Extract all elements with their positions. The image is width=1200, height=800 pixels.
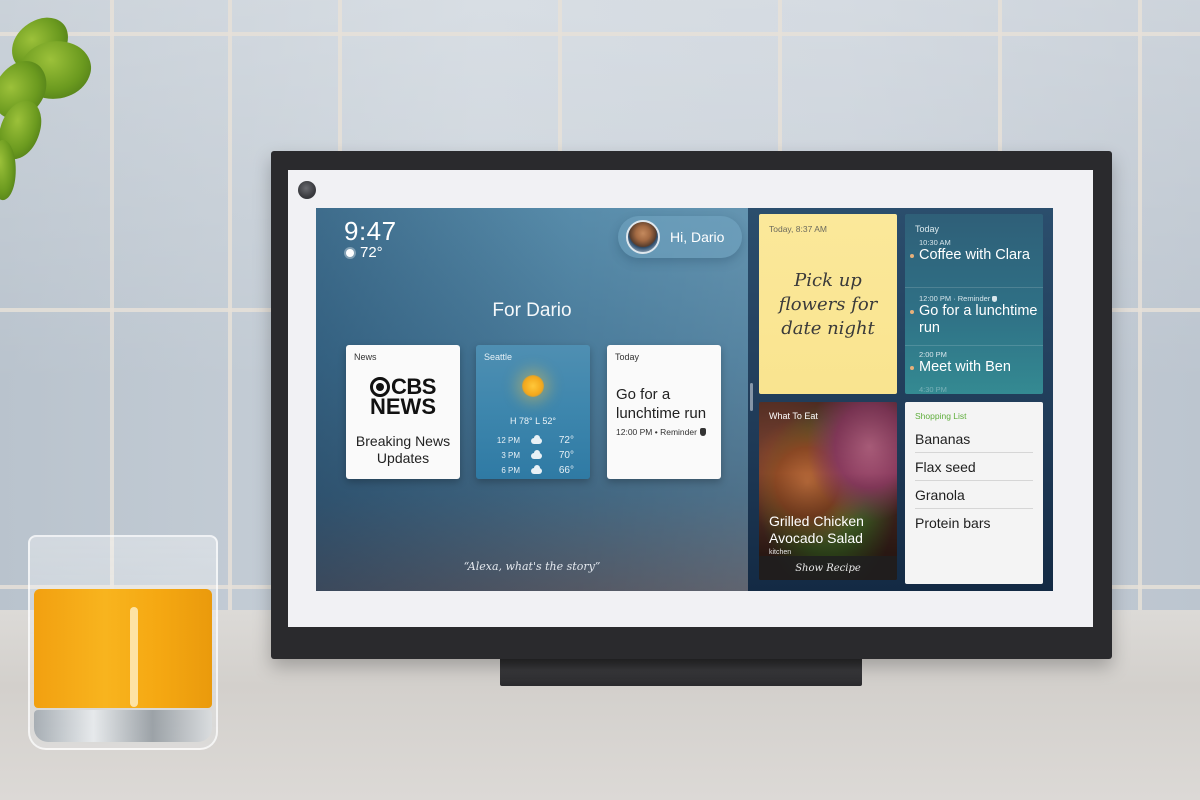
hand-icon [992,295,998,302]
shopping-list-widget[interactable]: Shopping List Bananas Flax seed Granola … [905,402,1043,584]
cloud-icon [530,434,542,444]
recipe-widget[interactable]: What To Eat Grilled Chicken Avocado Sala… [759,402,897,580]
greeting-text: Hi, Dario [670,229,725,245]
recipe-source: kitchen [769,549,792,556]
news-headline: Breaking News Updates [355,433,451,466]
device-screen: 9:47 72° Hi, Dario For Dario News CBS NE… [316,208,1053,591]
shopping-list: Bananas Flax seed Granola Protein bars [915,425,1033,537]
sun-icon [346,248,354,257]
high-low-temperature: H 78° L 52° [510,416,556,426]
reminder-subtitle: 12:00 PM • Reminder [616,427,706,437]
home-pane: 9:47 72° Hi, Dario For Dario News CBS NE… [316,208,748,591]
calendar-event[interactable]: 2:00 PM Meet with Ben [905,350,1043,382]
show-recipe-button[interactable]: Show Recipe [759,556,897,580]
calendar-label: Today [915,224,940,234]
page-title: For Dario [492,300,572,321]
sun-icon [522,375,544,397]
user-avatar [626,220,660,254]
clock: 9:47 [344,216,397,246]
cbs-eye-icon [370,377,391,397]
reminder-title: Go for a lunchtime run [616,386,707,422]
cloud-icon [530,449,542,459]
recipe-title: Grilled Chicken Avocado Salad [769,513,864,546]
shopping-list-label: Shopping List [915,411,967,421]
shopping-list-item[interactable]: Flax seed [915,453,1033,481]
hand-icon [699,428,706,436]
event-dot-icon [910,310,914,314]
hourly-forecast: 12 PM 72° 3 PM 70° 6 PM 66° [494,433,574,478]
juice-glass [28,535,218,750]
cloud-icon [530,464,542,474]
tile-grout [1138,0,1142,640]
orange-juice [34,589,212,708]
sticky-note-timestamp: Today, 8:37 AM [769,224,827,234]
forecast-row: 3 PM 70° [501,449,574,461]
sticky-note-widget[interactable]: Today, 8:37 AM Pick up flowers for date … [759,214,897,394]
weather-card[interactable]: Seattle H 78° L 52° 12 PM 72° 3 PM 70° 6… [476,345,590,479]
forecast-row: 12 PM 72° [496,434,574,446]
tile-grout [0,32,1200,36]
shopping-list-item[interactable]: Protein bars [915,509,1033,537]
plant [0,0,97,210]
event-dot-icon [910,366,914,370]
calendar-widget[interactable]: Today 10:30 AM Coffee with Clara 12:00 P… [905,214,1043,394]
event-dot-icon [910,254,914,258]
alexa-prompt-hint: “Alexa, what's the story” [463,560,601,573]
cbs-news-logo: CBS NEWS [370,374,436,419]
tile-grout [228,0,232,640]
profile-greeting-button[interactable]: Hi, Dario [618,216,742,258]
reminder-card[interactable]: Today Go for a lunchtime run 12:00 PM • … [607,345,721,479]
forecast-row: 6 PM 66° [501,464,574,476]
recipe-label: What To Eat [769,411,818,421]
news-card[interactable]: News CBS NEWS Breaking News Updates [346,345,460,479]
card-label: Today [615,352,640,362]
pane-drag-handle[interactable] [750,383,753,411]
current-temperature: 72° [360,244,383,261]
shopping-list-item[interactable]: Granola [915,481,1033,509]
weather-location: Seattle [484,352,513,362]
card-label: News [354,352,377,362]
calendar-event[interactable]: 10:30 AM Coffee with Clara [905,238,1043,288]
sticky-note-text: Pick up flowers for date night [778,270,878,339]
camera-icon [298,181,316,199]
shopping-list-item[interactable]: Bananas [915,425,1033,453]
calendar-next-event-time: 4:30 PM [919,385,947,394]
current-weather[interactable]: 72° [346,244,383,261]
calendar-event[interactable]: 12:00 PM · Reminder Go for a lunchtime r… [905,294,1043,346]
